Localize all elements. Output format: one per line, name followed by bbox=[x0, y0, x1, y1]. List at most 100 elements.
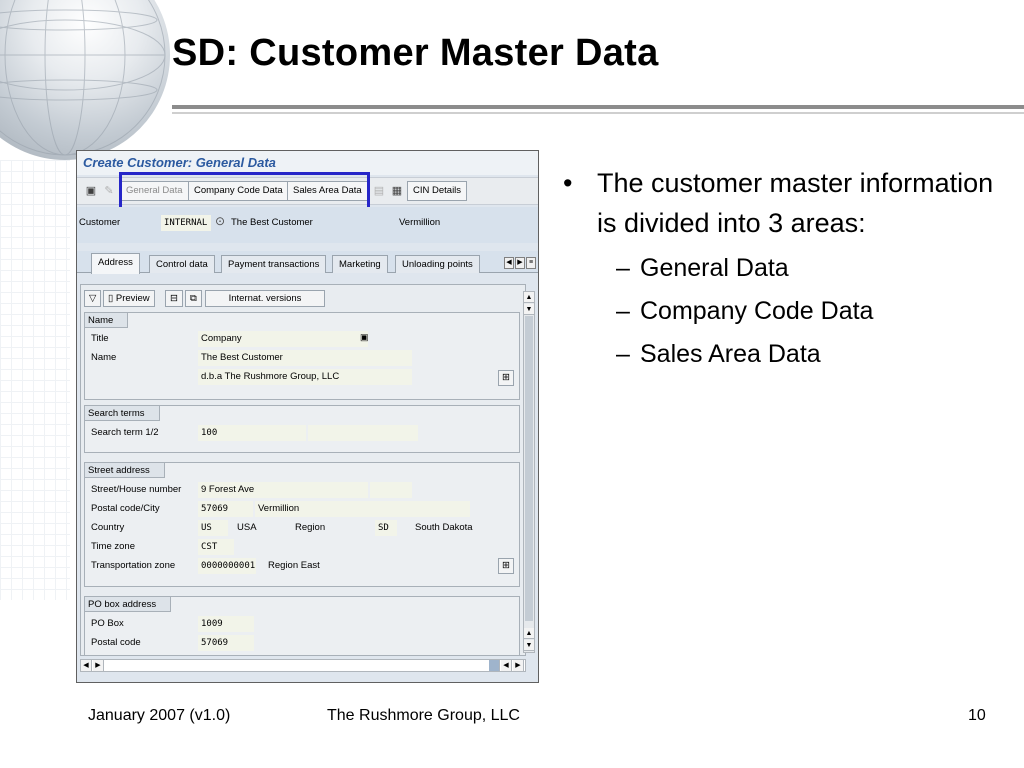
region-label: Region bbox=[295, 522, 326, 533]
preview-button[interactable]: ▯ Preview bbox=[103, 290, 155, 307]
name1-field[interactable]: The Best Customer bbox=[198, 350, 412, 366]
edit-icon[interactable]: ✎ bbox=[101, 183, 117, 199]
street-label: Street/House number bbox=[91, 484, 182, 495]
po-box-group-header: PO box address bbox=[85, 597, 172, 612]
other-customer-icon[interactable]: ▣ bbox=[83, 183, 99, 199]
postal-code-field[interactable]: 57069 bbox=[198, 501, 253, 517]
title-field[interactable]: Company bbox=[198, 331, 368, 347]
copy-icon[interactable]: ⧉ bbox=[185, 290, 202, 307]
po-box-label: PO Box bbox=[91, 618, 124, 629]
disabled-document-icon[interactable]: ▤ bbox=[371, 183, 387, 199]
preview-label: Preview bbox=[115, 293, 150, 304]
address-tab-content: ▽ ▯ Preview ⊟ ⧉ Internat. versions Name … bbox=[80, 284, 526, 656]
title-underline-shadow bbox=[172, 112, 1024, 114]
sub-bullet-label: Company Code Data bbox=[640, 297, 874, 325]
tab-control-data[interactable]: Control data bbox=[149, 255, 215, 273]
sub-bullet-label: General Data bbox=[640, 254, 789, 282]
more-fields-icon[interactable]: ⊞ bbox=[498, 370, 514, 386]
tab-scroll-right-icon[interactable]: ▶ bbox=[515, 257, 525, 269]
customer-row: Customer INTERNAL ⊙ The Best Customer Ve… bbox=[77, 207, 538, 243]
customer-number-field[interactable]: INTERNAL bbox=[161, 215, 211, 231]
house-number-field[interactable] bbox=[370, 482, 412, 498]
footer-company: The Rushmore Group, LLC bbox=[327, 707, 520, 724]
tab-address[interactable]: Address bbox=[91, 253, 140, 274]
address-subtoolbar: ▽ ▯ Preview ⊟ ⧉ Internat. versions bbox=[81, 288, 525, 308]
footer-date: January 2007 (v1.0) bbox=[88, 707, 231, 724]
name-group-header: Name bbox=[85, 313, 129, 328]
document-icon[interactable]: ▦ bbox=[389, 183, 405, 199]
dropdown-icon[interactable]: ▣ bbox=[360, 332, 369, 343]
scroll-up-bottom-icon[interactable]: ▲ bbox=[524, 628, 534, 639]
city-field[interactable]: Vermillion bbox=[255, 501, 470, 517]
name-group: Name Title Company ▣ Name The Best Custo… bbox=[84, 312, 520, 400]
cin-details-button[interactable]: CIN Details bbox=[407, 181, 468, 201]
dash: – bbox=[616, 340, 630, 368]
scroll-down-icon[interactable]: ▼ bbox=[524, 304, 534, 315]
dash: – bbox=[616, 254, 630, 282]
scroll-right-end-icon[interactable]: ▶ bbox=[513, 660, 524, 671]
tab-list-icon[interactable]: ≡ bbox=[526, 257, 536, 269]
timezone-label: Time zone bbox=[91, 541, 135, 552]
street-more-fields-icon[interactable]: ⊞ bbox=[498, 558, 514, 574]
po-postal-code-label: Postal code bbox=[91, 637, 141, 648]
sap-window-title: Create Customer: General Data bbox=[83, 155, 276, 170]
street-field[interactable]: 9 Forest Ave bbox=[198, 482, 368, 498]
region-name: South Dakota bbox=[415, 522, 473, 533]
slide-title: SD: Customer Master Data bbox=[172, 32, 659, 74]
scroll-up-icon[interactable]: ▲ bbox=[524, 292, 534, 303]
transport-zone-name: Region East bbox=[268, 560, 320, 571]
transport-zone-field[interactable]: 0000000001 bbox=[198, 558, 256, 574]
vertical-scroll-thumb[interactable] bbox=[525, 316, 533, 621]
timezone-field[interactable]: CST bbox=[198, 539, 234, 555]
preview-icon: ▯ bbox=[108, 293, 116, 304]
scroll-down-bottom-icon[interactable]: ▼ bbox=[524, 640, 534, 651]
street-address-group-header: Street address bbox=[85, 463, 165, 478]
tab-unloading-points[interactable]: Unloading points bbox=[395, 255, 480, 273]
sap-toolbar: ▣ ✎ General Data Company Code Data Sales… bbox=[77, 172, 538, 210]
search-term1-field[interactable]: 100 bbox=[198, 425, 306, 441]
vertical-scrollbar[interactable]: ▲ ▼ ▲ ▼ bbox=[523, 291, 535, 653]
search-term2-field[interactable] bbox=[308, 425, 418, 441]
scroll-left-end-icon[interactable]: ◀ bbox=[501, 660, 512, 671]
internat-versions-button[interactable]: Internat. versions bbox=[205, 290, 325, 307]
customer-city: Vermillion bbox=[399, 217, 441, 228]
horizontal-scrollbar[interactable]: ◀ ▶ ◀ ▶ bbox=[80, 659, 526, 672]
horizontal-scroll-thumb[interactable] bbox=[489, 660, 500, 671]
sub-bullet-company-code-data: – Company Code Data bbox=[560, 290, 1000, 333]
scroll-left-icon[interactable]: ◀ bbox=[81, 660, 92, 671]
search-term-label: Search term 1/2 bbox=[91, 427, 159, 438]
sub-bullet-sales-area-data: – Sales Area Data bbox=[560, 333, 1000, 376]
title-underline bbox=[172, 105, 1024, 109]
sub-bullet-label: Sales Area Data bbox=[640, 340, 821, 368]
name-label: Name bbox=[91, 352, 117, 363]
tab-strip: Address Control data Payment transaction… bbox=[77, 251, 538, 274]
tab-scroll-left-icon[interactable]: ◀ bbox=[504, 257, 514, 269]
side-grid-decoration bbox=[0, 160, 70, 600]
country-label: Country bbox=[91, 522, 125, 533]
globe-grid-decoration bbox=[0, 0, 166, 156]
po-box-field[interactable]: 1009 bbox=[198, 616, 254, 632]
page-number: 10 bbox=[968, 707, 986, 724]
name2-field[interactable]: d.b.a The Rushmore Group, LLC bbox=[198, 369, 412, 385]
highlight-box bbox=[119, 172, 370, 210]
po-box-group: PO box address PO Box 1009 Postal code 5… bbox=[84, 596, 520, 655]
street-address-group: Street address Street/House number 9 For… bbox=[84, 462, 520, 587]
country-name: USA bbox=[237, 522, 257, 533]
region-code-field[interactable]: SD bbox=[375, 520, 397, 536]
street-value: 9 Forest Ave bbox=[201, 484, 255, 495]
title-label: Title bbox=[91, 333, 109, 344]
sub-bullet-general-data: – General Data bbox=[560, 247, 1000, 290]
po-postal-code-field[interactable]: 57069 bbox=[198, 635, 254, 651]
filter-icon[interactable]: ▽ bbox=[84, 290, 102, 307]
sap-window: Create Customer: General Data ▣ ✎ Genera… bbox=[76, 150, 539, 683]
customer-name: The Best Customer bbox=[231, 217, 313, 228]
bullet-list: The customer master information is divid… bbox=[560, 163, 1000, 376]
scroll-right-icon[interactable]: ▶ bbox=[93, 660, 104, 671]
info-icon[interactable]: ⊙ bbox=[215, 214, 225, 228]
tab-marketing[interactable]: Marketing bbox=[332, 255, 388, 273]
tab-payment-transactions[interactable]: Payment transactions bbox=[221, 255, 327, 273]
transport-zone-label: Transportation zone bbox=[91, 560, 176, 571]
postal-city-label: Postal code/City bbox=[91, 503, 160, 514]
country-code-field[interactable]: US bbox=[198, 520, 228, 536]
lock-icon[interactable]: ⊟ bbox=[165, 290, 183, 307]
